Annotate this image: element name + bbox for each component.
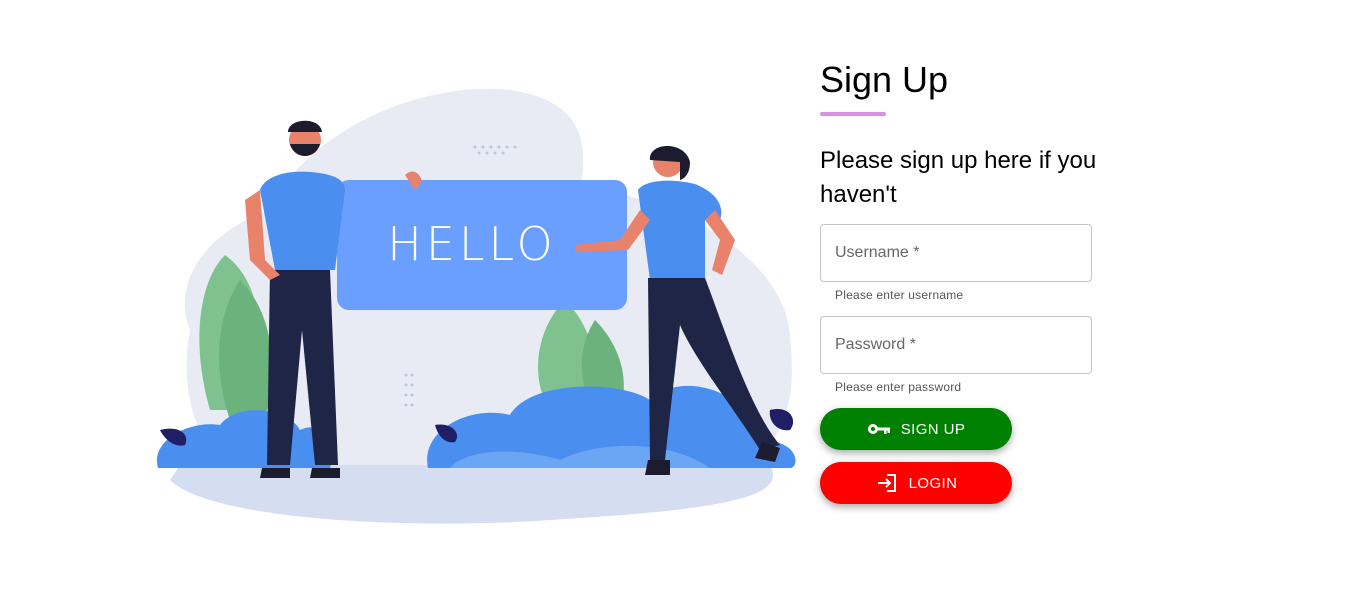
signup-button-label: SIGN UP: [900, 420, 966, 438]
login-icon: [875, 471, 899, 495]
illustration-svg: HELLO: [156, 88, 796, 524]
password-field[interactable]: [821, 317, 1091, 373]
login-button[interactable]: LOGIN: [820, 462, 1012, 504]
form-subtitle: Please sign up here if you haven't: [820, 147, 1097, 208]
username-field-wrapper: [820, 224, 1092, 282]
login-button-label: LOGIN: [908, 474, 958, 492]
title-underline: [820, 112, 886, 116]
password-helper-text: Please enter password: [835, 380, 962, 394]
username-helper-text: Please enter username: [835, 288, 964, 302]
password-field-wrapper: [820, 316, 1092, 374]
signup-button[interactable]: SIGN UP: [820, 408, 1012, 450]
sign-text: HELLO: [387, 217, 556, 271]
hello-illustration: HELLO: [150, 80, 810, 530]
username-field[interactable]: [821, 225, 1091, 281]
page-title: Sign Up: [820, 59, 949, 100]
signup-form: Sign Up Please sign up here if you haven…: [820, 58, 1100, 504]
key-icon: [867, 417, 891, 441]
